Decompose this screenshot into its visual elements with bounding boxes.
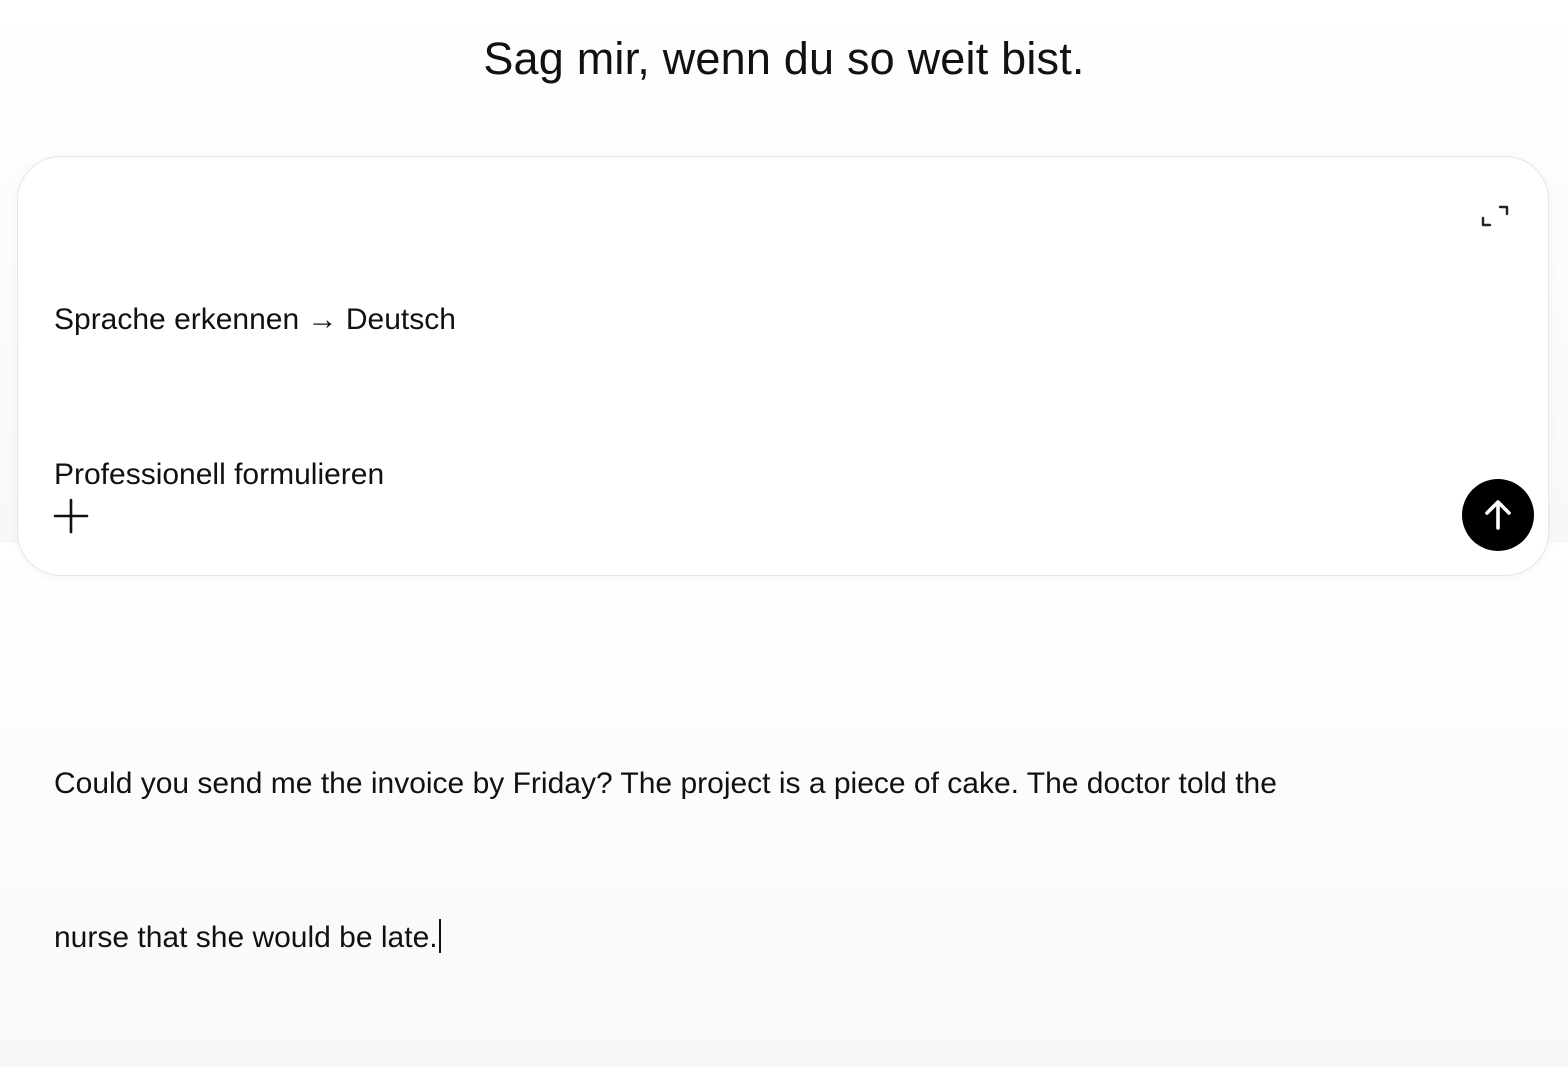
message-input[interactable]: Sprache erkennen → Deutsch Professionell…: [54, 191, 1394, 1067]
input-line-1: Sprache erkennen → Deutsch: [54, 303, 456, 336]
expand-icon: [1481, 205, 1509, 227]
send-button[interactable]: [1462, 479, 1534, 551]
input-line-5-text: nurse that she would be late.: [54, 921, 438, 954]
arrow-up-icon: [1485, 500, 1511, 530]
add-button[interactable]: [52, 497, 90, 535]
input-line-5: nurse that she would be late.: [54, 912, 1394, 964]
plus-icon: [53, 498, 89, 534]
input-line-3: [54, 603, 1394, 655]
page-headline: Sag mir, wenn du so weit bist.: [483, 33, 1085, 84]
expand-button[interactable]: [1480, 201, 1510, 231]
message-composer: Sprache erkennen → Deutsch Professionell…: [17, 156, 1549, 954]
text-caret: [438, 919, 441, 953]
input-line-2: Professionell formulieren: [54, 457, 385, 491]
input-line-4: Could you send me the invoice by Friday?…: [54, 766, 1277, 800]
